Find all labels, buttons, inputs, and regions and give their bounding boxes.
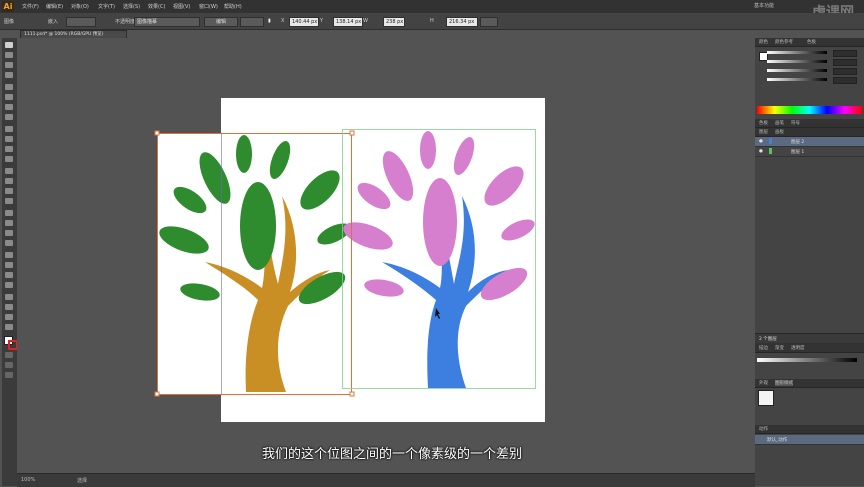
- leaf-pink: [364, 279, 404, 297]
- leaf-pink-center: [423, 178, 457, 266]
- color-panel-tabs: 颜色 颜色参考 色板: [755, 38, 864, 47]
- artwork-layer: [154, 129, 538, 397]
- status-bar: 100% 选择: [17, 473, 755, 487]
- leaf-pink: [453, 137, 475, 175]
- leaf-pink: [343, 222, 393, 250]
- resize-handle[interactable]: [154, 130, 160, 136]
- panels-dock: 颜色 颜色参考 色板 色板 画笔 符号 图层 画板 ● 图层 2 ● 图层 1 …: [755, 38, 864, 486]
- tab-graphic-styles[interactable]: 图形样式: [775, 380, 793, 386]
- leaf-green-center: [240, 182, 276, 270]
- tab-actions[interactable]: 动作: [759, 426, 768, 432]
- tab-symbols[interactable]: 符号: [791, 120, 800, 126]
- y-value-field[interactable]: [833, 68, 857, 75]
- tab-stroke[interactable]: 描边: [759, 345, 768, 351]
- layer-name[interactable]: 图层 1: [791, 149, 804, 155]
- action-row[interactable]: 默认_动作: [755, 435, 864, 445]
- tab-gradient[interactable]: 渐变: [775, 345, 784, 351]
- leaf-green: [236, 135, 252, 173]
- leaf-pink: [501, 219, 535, 241]
- color-spectrum[interactable]: [757, 106, 862, 114]
- leaf-green: [269, 141, 291, 179]
- video-subtitle: 我们的这个位图之间的一个像素级的一个差别: [262, 447, 523, 462]
- leaf-green: [159, 226, 209, 254]
- graphic-style-swatch[interactable]: [758, 390, 774, 406]
- tab-color[interactable]: 颜色: [759, 39, 768, 45]
- tree-image-green[interactable]: [156, 135, 354, 392]
- eye-icon[interactable]: ●: [759, 139, 763, 144]
- c-value-field[interactable]: [833, 50, 857, 57]
- layer-color-chip: [769, 148, 772, 154]
- m-slider[interactable]: [767, 60, 827, 63]
- layer-color-chip: [769, 138, 772, 144]
- leaf-pink: [357, 182, 391, 210]
- actions-panel-tabs: 动作: [755, 425, 864, 434]
- resize-handle[interactable]: [154, 391, 160, 397]
- layer-row[interactable]: ● 图层 2: [755, 137, 864, 147]
- layer-name[interactable]: 图层 2: [791, 139, 804, 145]
- layers-count: 2 个图层: [759, 337, 777, 342]
- gradient-slider[interactable]: [757, 358, 857, 362]
- k-value-field[interactable]: [833, 77, 857, 84]
- tab-artboards[interactable]: 画板: [775, 129, 784, 135]
- k-slider[interactable]: [767, 78, 827, 81]
- swatch-panel-tabs: 色板 画笔 符号: [755, 119, 864, 128]
- tab-color-guide[interactable]: 颜色参考: [775, 39, 793, 45]
- y-slider[interactable]: [767, 69, 827, 72]
- leaf-green: [300, 170, 340, 210]
- leaf-pink: [420, 131, 436, 169]
- current-tool-status: 选择: [77, 478, 88, 484]
- tab-swatches-top[interactable]: 色板: [807, 39, 816, 45]
- action-set-name[interactable]: 默认_动作: [767, 437, 787, 443]
- appearance-panel-tabs: 外观 图形样式: [755, 379, 864, 388]
- layers-footer: 2 个图层: [755, 333, 864, 344]
- layer-row[interactable]: ● 图层 1: [755, 147, 864, 157]
- tab-swatches[interactable]: 色板: [759, 120, 768, 126]
- m-value-field[interactable]: [833, 59, 857, 66]
- tab-appearance[interactable]: 外观: [759, 380, 768, 386]
- leaf-green: [173, 186, 207, 214]
- resize-handle[interactable]: [349, 391, 355, 397]
- transparency-panel-tabs: 描边 渐变 透明度: [755, 344, 864, 353]
- eye-icon[interactable]: ●: [759, 149, 763, 154]
- leaf-pink: [484, 166, 524, 206]
- tab-layers[interactable]: 图层: [759, 129, 768, 135]
- zoom-level[interactable]: 100%: [21, 477, 35, 483]
- tab-brushes[interactable]: 画笔: [775, 120, 784, 126]
- resize-handle[interactable]: [349, 130, 355, 136]
- tree-image-pink[interactable]: [340, 131, 538, 388]
- tab-transparency[interactable]: 透明度: [791, 345, 805, 351]
- c-slider[interactable]: [767, 51, 827, 54]
- leaf-green: [180, 283, 220, 301]
- layers-panel-tabs: 图层 画板: [755, 128, 864, 137]
